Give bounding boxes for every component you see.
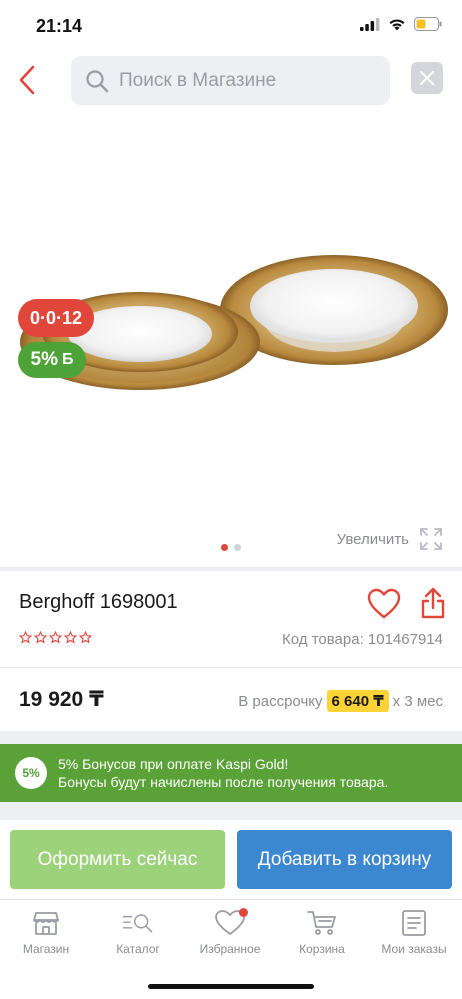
installment-prefix: В рассрочку [238,692,323,710]
orders-icon [402,910,426,936]
buy-now-button[interactable]: Оформить сейчас [10,830,225,889]
star-empty-icon [79,631,92,644]
close-icon [419,70,435,86]
zoom-button[interactable]: Увеличить [337,527,443,551]
tab-orders[interactable]: Мои заказы [368,908,460,956]
zoom-label: Увеличить [336,530,409,548]
battery-icon [414,17,442,31]
bonus-badge: 5% Б [18,342,86,378]
pagination-dot [234,544,241,551]
share-button[interactable] [420,586,446,620]
bonus-line-1: 5% Бонусов при оплате Kaspi Gold! [58,756,289,772]
tab-favorites[interactable]: Избранное [184,908,276,956]
divider [0,802,462,820]
search-placeholder: Поиск в Магазине [119,69,277,91]
catalog-search-icon [122,914,153,933]
bonus-banner[interactable]: 5% 5% Бонусов при оплате Kaspi Gold! Бон… [0,744,462,802]
pagination-dot-active [221,544,228,551]
product-code: Код товара: 101467914 [282,631,443,648]
product-price: 19 920 ₸ [19,688,104,711]
star-empty-icon [19,631,32,644]
expand-icon [420,528,442,550]
cart-icon [307,911,336,935]
bonus-badge-percent: 5% [30,349,58,370]
home-indicator [148,984,314,989]
tab-cart[interactable]: Корзина [276,908,368,956]
heart-outline-icon [367,588,401,619]
tab-label: Магазин [22,942,70,956]
status-time: 21:14 [36,16,83,36]
product-title: Berghoff 1698001 [19,591,178,613]
bonus-badge-sign: Б [61,351,74,368]
gallery-pagination [221,544,241,551]
tab-label: Избранное [199,942,261,956]
rating-stars[interactable] [19,631,92,644]
search-icon [86,69,109,92]
bonus-percent-circle: 5% [15,757,47,789]
back-button[interactable] [10,60,44,100]
tab-shop[interactable]: Магазин [0,908,92,956]
timer-badge: 0·0·12 [18,299,95,337]
favorite-button[interactable] [367,588,401,620]
search-input[interactable]: Поиск в Магазине [71,56,390,105]
bonus-line-2: Бонусы будут начислены после получения т… [58,774,389,790]
add-to-cart-button[interactable]: Добавить в корзину [237,830,452,889]
tab-label: Корзина [299,942,345,956]
bonus-text: 5% Бонусов при оплате Kaspi Gold! Бонусы… [58,755,388,791]
installment-suffix: x 3 мес [392,692,443,710]
notification-dot [239,908,248,917]
installment-amount: 6 640 ₸ [326,690,389,712]
tab-label: Мои заказы [381,942,447,956]
tab-label: Каталог [116,942,160,956]
chevron-left-icon [19,65,35,95]
installment-info[interactable]: В рассрочку 6 640 ₸ x 3 мес [238,690,443,712]
status-bar: 21:14 [0,0,462,50]
star-empty-icon [49,631,62,644]
shop-icon [33,912,59,935]
divider [0,567,462,571]
tab-catalog[interactable]: Каталог [92,908,184,956]
star-empty-icon [34,631,47,644]
status-icons [360,17,442,31]
divider [0,667,462,668]
share-icon [421,587,445,619]
star-empty-icon [64,631,77,644]
close-button[interactable] [411,62,443,94]
divider [0,731,462,744]
signal-icon [360,17,380,31]
wifi-icon [389,18,405,30]
